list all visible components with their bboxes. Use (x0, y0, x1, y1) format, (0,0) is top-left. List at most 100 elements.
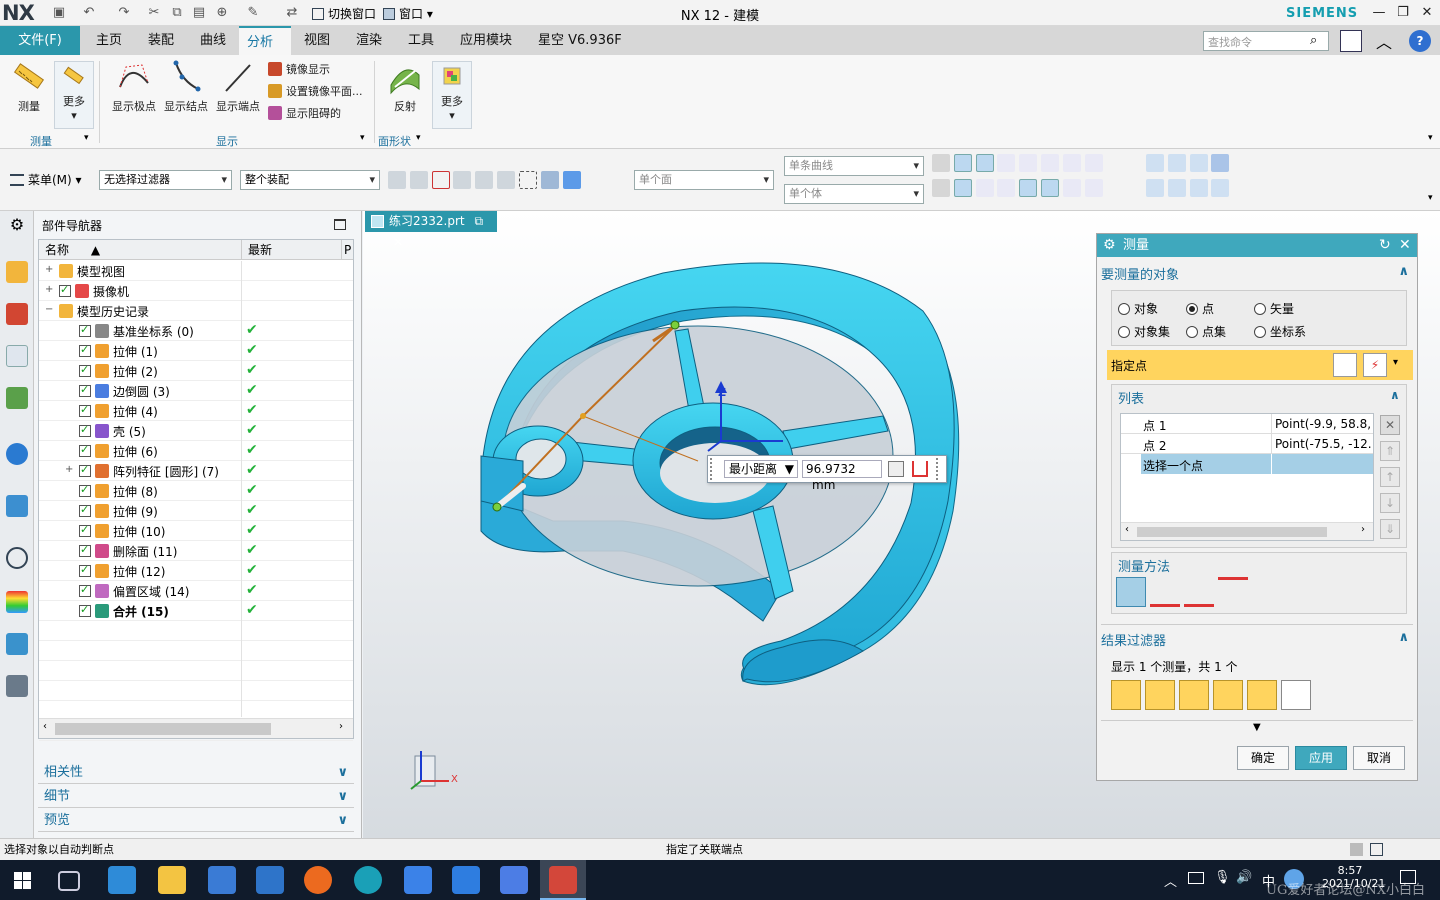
feature-checkbox[interactable] (79, 563, 91, 577)
radio-vector[interactable]: 矢量 (1254, 300, 1294, 317)
distance-value-field[interactable]: 96.9732 mm (802, 460, 882, 492)
sphere-snap-icon[interactable] (1062, 179, 1081, 197)
move-up-icon[interactable]: ↑ (1380, 467, 1400, 487)
status-icon-2[interactable] (1370, 843, 1383, 856)
section-dependencies[interactable]: 相关性 (38, 762, 354, 784)
constraint-navigator-icon[interactable] (6, 303, 28, 325)
close-button[interactable]: ✕ (1416, 3, 1438, 23)
main-menu-button[interactable]: 菜单(M) ▾ (10, 171, 82, 188)
column-header-name[interactable]: 名称 ▲ (39, 240, 241, 260)
reuse-library-icon[interactable] (6, 387, 28, 409)
render-style-icon[interactable] (1189, 154, 1208, 172)
tree-row[interactable]: + 摄像机 (39, 281, 353, 301)
store-icon[interactable] (208, 866, 236, 894)
file-explorer-icon[interactable] (158, 866, 186, 894)
section-details[interactable]: 细节 (38, 786, 354, 808)
reflect-button[interactable]: 反射 (380, 59, 430, 114)
tree-row[interactable]: − 模型历史记录 (39, 301, 353, 321)
fullscreen-icon[interactable] (1340, 30, 1362, 52)
curve-rule-dropdown[interactable]: 单条曲线 (784, 156, 924, 176)
list-row[interactable]: 点 1 Point(-9.9, 58.8, 1 (1121, 414, 1373, 434)
close-tab-icon[interactable]: ✕ (393, 235, 403, 249)
feature-checkbox[interactable] (79, 483, 91, 497)
tab-tools[interactable]: 工具 (400, 26, 442, 55)
endpoint-snap-icon[interactable] (953, 154, 972, 172)
spline-snap-icon[interactable] (997, 179, 1016, 197)
measure-callout[interactable]: 最小距离 ▼ 96.9732 mm (707, 455, 947, 492)
touch-mode-icon[interactable]: ✎ (244, 4, 262, 22)
duplicate-icon[interactable]: ⊕ (213, 4, 231, 22)
process-studio-icon[interactable] (6, 633, 28, 655)
measure-more-button[interactable]: 更多 ▾ (54, 61, 94, 129)
feature-row[interactable]: 基准坐标系 (0) ✔ (39, 321, 353, 341)
horizontal-scrollbar[interactable]: ‹ › (39, 718, 353, 738)
feature-checkbox[interactable] (79, 343, 91, 357)
show-poles-button[interactable]: 显示极点 (108, 59, 160, 114)
feature-checkbox[interactable] (79, 363, 91, 377)
crosshair-snap-icon[interactable] (1041, 179, 1060, 197)
feature-checkbox[interactable] (79, 463, 91, 477)
body-rule-dropdown[interactable]: 单个体 (784, 184, 924, 204)
screen-distance-icon[interactable] (1184, 577, 1214, 607)
filter-angle-icon[interactable] (1145, 680, 1175, 710)
column-header-extra[interactable]: P (341, 240, 353, 260)
show-blocked-button[interactable]: 显示阻碍的 (268, 105, 341, 121)
filter-volume-icon[interactable] (1247, 680, 1277, 710)
feature-row[interactable]: 壳 (5) ✔ (39, 421, 353, 441)
list-collapse-icon[interactable]: ∧ (1390, 388, 1400, 402)
face-shape-more-button[interactable]: 更多 ▾ (432, 61, 472, 129)
microphone-icon[interactable]: 🎙 (1214, 870, 1231, 885)
point-on-face-icon[interactable] (975, 179, 994, 197)
move-top-icon[interactable]: ⇑ (1380, 441, 1400, 461)
feature-row[interactable]: 删除面 (11) ✔ (39, 541, 353, 561)
filter-distance-icon[interactable] (1111, 680, 1141, 710)
feishu-icon[interactable] (404, 866, 432, 894)
feature-checkbox[interactable] (79, 503, 91, 517)
section-preview[interactable]: 预览 (38, 810, 354, 832)
lasso-icon[interactable] (497, 171, 516, 189)
select-body-icon[interactable] (540, 171, 559, 189)
document-tab[interactable]: 练习2332.prt ⧉ ✕ (365, 211, 497, 249)
measure-button[interactable]: 测量 (4, 59, 54, 114)
ok-button[interactable]: 确定 (1237, 746, 1289, 770)
move-bottom-icon[interactable]: ⇓ (1380, 519, 1400, 539)
scroll-right-icon[interactable]: › (339, 721, 343, 732)
existing-point-snap-icon[interactable] (1084, 154, 1103, 172)
status-icon-1[interactable] (1350, 843, 1363, 856)
copy-icon[interactable]: ⧉ (168, 4, 186, 22)
quadrant-snap-icon[interactable] (1062, 154, 1081, 172)
radio-point[interactable]: 点 (1186, 300, 1214, 317)
pan-icon[interactable] (1211, 179, 1230, 197)
specify-point-row[interactable]: 指定点 ⚡ ▾ (1107, 350, 1413, 380)
feature-row[interactable]: 拉伸 (8) ✔ (39, 481, 353, 501)
maximize-panel-icon[interactable] (334, 219, 346, 230)
expand-node-icon[interactable]: + (45, 284, 53, 295)
tab-application[interactable]: 应用模块 (452, 26, 520, 55)
radio-object-set[interactable]: 对象集 (1118, 323, 1170, 340)
mirror-display-button[interactable]: 镜像显示 (268, 61, 330, 77)
result-filter-header[interactable]: 结果过滤器 ∧ (1101, 630, 1413, 649)
save-icon[interactable]: ▣ (50, 4, 68, 22)
scrollbar-thumb[interactable] (1137, 527, 1327, 537)
collapse-node-icon[interactable]: − (45, 304, 53, 315)
chat-app-icon[interactable] (500, 866, 528, 894)
redo-icon[interactable]: ↷ (115, 4, 133, 22)
network-icon[interactable] (1188, 872, 1204, 884)
list-row-selected[interactable]: 选择一个点 (1141, 454, 1373, 474)
deselect-icon[interactable] (475, 171, 494, 189)
feature-row[interactable]: 拉伸 (2) ✔ (39, 361, 353, 381)
drag-handle-icon[interactable] (710, 458, 716, 480)
search-icon[interactable]: ⌕ (1310, 33, 1317, 48)
feature-row[interactable]: 拉伸 (10) ✔ (39, 521, 353, 541)
dialog-gear-icon[interactable]: ⚙ (1103, 234, 1116, 257)
paste-icon[interactable]: ▤ (190, 4, 208, 22)
point-dialog-icon[interactable] (1333, 353, 1357, 377)
general-selection-icon[interactable] (388, 171, 406, 189)
feature-row[interactable]: 拉伸 (9) ✔ (39, 501, 353, 521)
view-orient-icon[interactable] (1146, 154, 1164, 172)
visibility-checkbox[interactable] (59, 283, 71, 297)
feature-row[interactable]: 拉伸 (1) ✔ (39, 341, 353, 361)
feature-row[interactable]: + 阵列特征 [圆形] (7) ✔ (39, 461, 353, 481)
more-options-icon[interactable]: ▼ (1253, 722, 1261, 733)
task-view-icon[interactable] (58, 871, 80, 891)
